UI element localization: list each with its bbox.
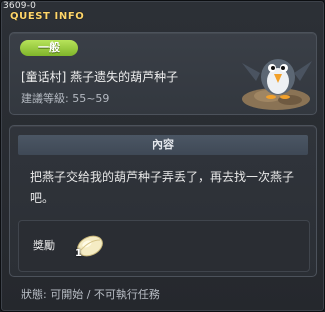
- window-title: QUEST INFO: [10, 11, 85, 22]
- content-header: 內容: [18, 135, 308, 155]
- swallow-npc-icon: [242, 59, 312, 110]
- recommended-level: 建議等級: 55~59: [21, 92, 110, 105]
- quest-summary-panel: 一般 [童话村] 燕子遗失的葫芦种子 建議等級: 55~59: [9, 32, 317, 115]
- reward-box: 獎勵 1: [18, 220, 310, 272]
- quest-content-panel: 內容 把燕子交给我的葫芦种子弄丢了，再去找一次燕子吧。 獎勵 1: [9, 125, 317, 277]
- quest-name: [童话村] 燕子遗失的葫芦种子: [21, 70, 179, 84]
- quest-description: 把燕子交给我的葫芦种子弄丢了，再去找一次燕子吧。: [30, 170, 295, 205]
- reward-count: 1: [75, 248, 82, 259]
- quest-info-window: 3609-0 QUEST INFO 一般 [童话村] 燕子遗失的葫芦种子 建議等…: [0, 0, 325, 312]
- quest-category-badge: 一般: [20, 40, 78, 56]
- quest-status: 狀態: 可開始 / 不可執行任務: [21, 288, 160, 301]
- reward-label: 獎勵: [33, 239, 55, 252]
- quest-id: 3609-0: [3, 1, 37, 11]
